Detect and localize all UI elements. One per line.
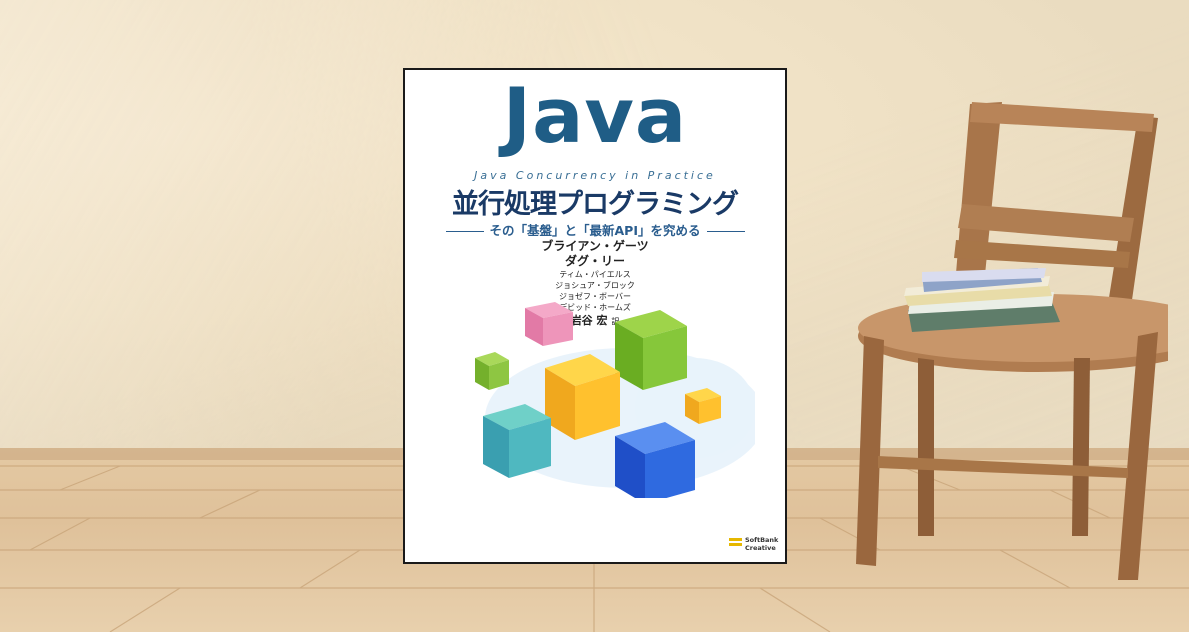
book-subtitle-text: その「基盤」と「最新API」を究める — [489, 223, 701, 238]
pink-cube — [525, 302, 573, 346]
wooden-chair-with-books — [856, 102, 1168, 580]
chair — [856, 102, 1168, 580]
author-name: ブライアン・ゲーツ — [541, 239, 649, 253]
author-name: ジョシュア・ブロック — [555, 281, 635, 290]
book-title-english: Java Concurrency in Practice — [474, 169, 716, 182]
yellow-cube — [545, 354, 620, 440]
book-subtitle: その「基盤」と「最新API」を究める — [405, 220, 785, 239]
publisher-name: SoftBank Creative — [745, 536, 778, 552]
small-green-cube — [475, 352, 509, 390]
author-name: ダグ・リー — [564, 254, 625, 268]
publisher-mark-icon — [729, 538, 742, 550]
publisher-line: SoftBank — [745, 536, 779, 544]
book-title-main: Java — [502, 71, 688, 160]
publisher-line: Creative — [745, 544, 776, 552]
teal-cube — [483, 404, 551, 478]
book-cover: Java Java Concurrency in Practice 並行処理プロ… — [403, 68, 787, 564]
cube-illustration — [475, 302, 755, 498]
stacked-books — [904, 268, 1060, 332]
subtitle-rule-left — [445, 231, 484, 232]
author-name: ティム・パイエルス — [559, 270, 631, 279]
blue-cube — [615, 422, 695, 498]
subtitle-rule-right — [706, 231, 745, 232]
small-yellow-cube — [685, 388, 721, 424]
book-title-japanese: 並行処理プログラミング — [452, 189, 739, 220]
green-cube — [615, 310, 687, 390]
